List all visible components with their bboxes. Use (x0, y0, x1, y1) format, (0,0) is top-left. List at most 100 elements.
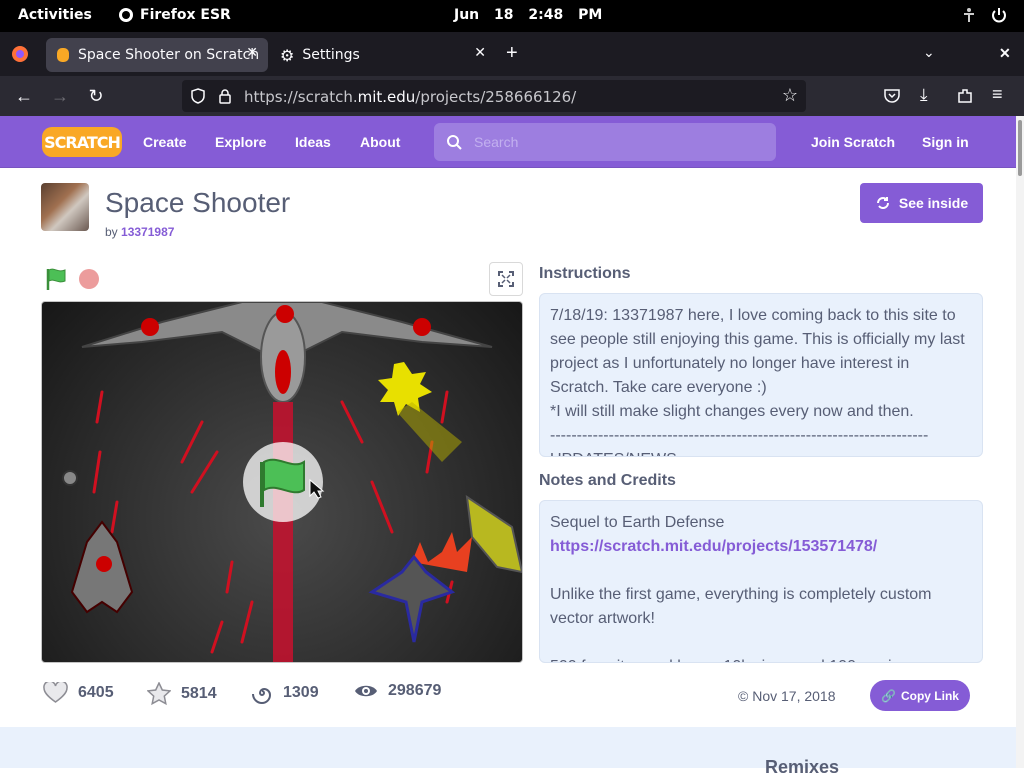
close-tab-icon[interactable]: ✕ (474, 45, 486, 61)
fullscreen-icon (498, 271, 514, 287)
scrollbar-thumb[interactable] (1018, 120, 1022, 176)
instructions-text: ----------------------------------------… (550, 427, 929, 444)
mothership-cockpit (275, 350, 291, 394)
browser-tab-strip: Space Shooter on Scratch ✕ ⚙ Settings ✕ … (0, 32, 1024, 76)
system-menu[interactable] (960, 6, 1008, 24)
instructions-panel[interactable]: 7/18/19: 13371987 here, I love coming ba… (539, 293, 983, 457)
reload-button[interactable]: ↻ (84, 84, 108, 108)
system-top-bar: Activities Firefox ESR Jun 18 2:48 PM (0, 0, 1024, 32)
sign-in-link[interactable]: Sign in (922, 134, 969, 150)
remix-stat: 1309 (251, 682, 319, 704)
star-icon (147, 682, 171, 706)
by-label: by (105, 225, 118, 239)
back-button[interactable]: ← (12, 84, 36, 108)
clock-date: Jun 18 (454, 7, 514, 23)
instructions-text: 7/18/19: 13371987 here, I love coming ba… (550, 307, 965, 396)
green-flag-icon[interactable] (45, 267, 69, 291)
search-input[interactable]: Search (434, 123, 776, 161)
game-scene (62, 302, 522, 662)
instructions-text: UPDATES/NEWS (550, 448, 972, 456)
notes-text: 500 favorites and loves, 10k views and 1… (550, 655, 972, 662)
notes-text: Unlike the first game, everything is com… (550, 586, 932, 627)
copy-link-label: Copy Link (900, 688, 959, 703)
scratch-header: SCRATCH Create Explore Ideas About Searc… (0, 116, 1016, 168)
author-link[interactable]: 13371987 (121, 225, 174, 239)
new-tab-button[interactable]: + (506, 42, 518, 65)
favorite-count: 5814 (181, 685, 217, 702)
love-count: 6405 (78, 684, 114, 701)
join-scratch-link[interactable]: Join Scratch (811, 134, 895, 150)
extensions-icon[interactable] (956, 87, 974, 105)
clock-time: 2:48 PM (528, 7, 603, 23)
close-window-button[interactable]: ✕ (999, 45, 1011, 62)
shared-date: © Nov 17, 2018 (738, 688, 836, 704)
bookmark-star-icon[interactable]: ☆ (782, 85, 798, 106)
nav-create[interactable]: Create (143, 134, 187, 150)
project-title: Space Shooter (105, 187, 291, 218)
remix-count: 1309 (283, 684, 319, 701)
sequel-link[interactable]: https://scratch.mit.edu/projects/1535714… (550, 538, 877, 555)
favorite-button[interactable]: 5814 (147, 682, 217, 706)
power-icon (992, 8, 1006, 23)
nav-ideas[interactable]: Ideas (295, 134, 331, 150)
forward-button[interactable]: → (48, 84, 72, 108)
nav-explore[interactable]: Explore (215, 134, 266, 150)
copy-link-button[interactable]: 🔗 Copy Link (870, 680, 970, 711)
enemy-drone (62, 470, 78, 486)
url-text: https://scratch.mit.edu/projects/2586661… (244, 88, 576, 106)
scratch-logo[interactable]: SCRATCH (42, 127, 122, 157)
address-bar[interactable]: https://scratch.mit.edu/projects/2586661… (182, 80, 806, 112)
tab-settings[interactable]: ⚙ Settings ✕ (270, 38, 496, 72)
app-menu[interactable]: Firefox ESR (118, 7, 231, 23)
url-prefix: https://scratch. (244, 88, 358, 106)
gear-icon: ⚙ (280, 45, 295, 65)
enemy-ship-core (96, 556, 112, 572)
browser-nav-bar: ← → ↻ https://scratch.mit.edu/projects/2… (0, 76, 1024, 116)
downloads-icon[interactable]: ⤓ (920, 85, 928, 105)
page-scrollbar[interactable] (1016, 116, 1024, 768)
turret-light (413, 318, 431, 336)
url-domain: mit.edu (357, 88, 416, 106)
tab-title: Space Shooter on Scratch (78, 47, 260, 63)
pocket-icon[interactable] (883, 88, 901, 104)
views-stat: 298679 (354, 682, 441, 700)
activities-button[interactable]: Activities (18, 7, 92, 23)
accessibility-icon (964, 8, 974, 22)
url-suffix: /projects/258666126/ (415, 88, 577, 106)
clock[interactable]: Jun 18 2:48 PM (454, 7, 602, 23)
remix-arrows-icon (876, 197, 889, 209)
project-stage[interactable] (41, 301, 523, 663)
turret-light (276, 305, 294, 323)
app-name: Firefox ESR (140, 7, 231, 23)
instructions-heading: Instructions (539, 265, 631, 282)
shield-icon[interactable] (190, 88, 206, 104)
laser-beam (273, 402, 293, 662)
see-inside-button[interactable]: See inside (860, 183, 983, 223)
tab-space-shooter[interactable]: Space Shooter on Scratch ✕ (46, 38, 268, 72)
search-placeholder: Search (474, 134, 519, 150)
instructions-text: *I will still make slight changes every … (550, 403, 914, 420)
close-tab-icon[interactable]: ✕ (246, 45, 258, 61)
app-menu-icon[interactable]: ≡ (992, 84, 1003, 105)
project-thumbnail (41, 183, 89, 231)
scratch-favicon (57, 48, 69, 62)
copyright-icon: © (738, 688, 749, 704)
player-ship (368, 554, 456, 643)
lock-icon[interactable] (218, 88, 232, 104)
nav-about[interactable]: About (360, 134, 400, 150)
notes-panel[interactable]: Sequel to Earth Defense https://scratch.… (539, 500, 983, 663)
see-inside-label: See inside (898, 195, 969, 211)
fullscreen-button[interactable] (489, 262, 523, 296)
list-all-tabs-button[interactable]: ⌄ (923, 44, 935, 61)
firefox-icon (119, 8, 133, 22)
shared-date-text: Nov 17, 2018 (752, 688, 836, 704)
views-count: 298679 (388, 682, 442, 699)
heart-icon (43, 682, 68, 703)
firefox-view-icon[interactable] (11, 45, 29, 63)
remix-spiral-icon (252, 687, 272, 704)
link-icon: 🔗 (881, 688, 896, 703)
love-button[interactable]: 6405 (43, 682, 114, 704)
tab-title: Settings (302, 47, 360, 63)
remixes-section (0, 727, 1016, 768)
stop-icon[interactable] (79, 269, 99, 289)
